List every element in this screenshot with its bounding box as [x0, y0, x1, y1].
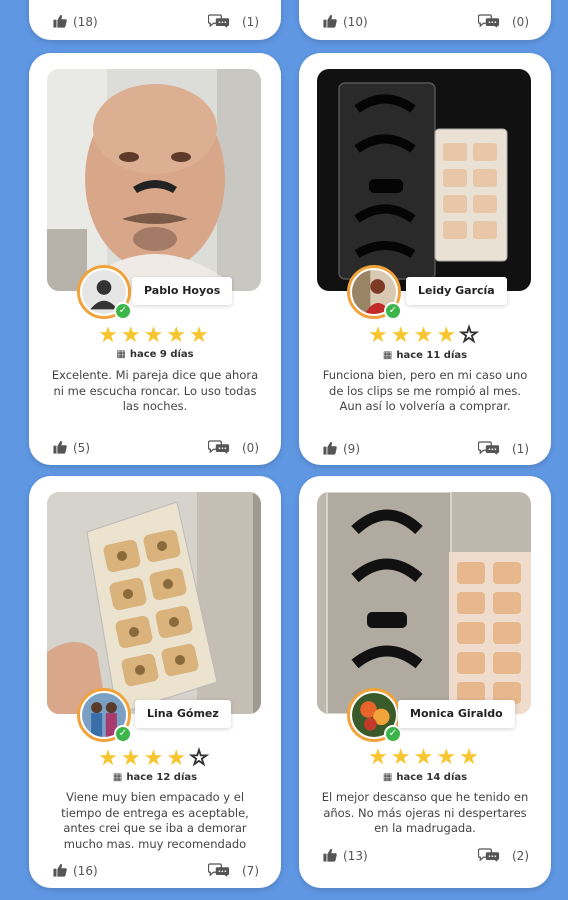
review-text: Excelente. Mi pareja dice que ahora ni m… — [51, 368, 259, 413]
comment-button[interactable]: (2) — [478, 847, 529, 865]
like-button[interactable]: (10) — [323, 13, 368, 31]
star-icon: ★ — [189, 323, 212, 348]
reviewer-avatar: ✓ — [347, 688, 402, 743]
review-footer: (5) (0) — [53, 439, 259, 457]
star-icon: ★ — [459, 745, 482, 770]
star-rating: ★★★★☆ — [29, 746, 281, 771]
verified-check-icon: ✓ — [114, 302, 132, 320]
verified-check-icon: ✓ — [384, 302, 402, 320]
chat-bubbles-icon — [208, 439, 230, 455]
like-count: (18) — [73, 15, 98, 29]
chat-bubbles-icon — [478, 13, 500, 29]
star-icon: ★ — [166, 746, 190, 771]
calendar-icon: ▦ — [382, 772, 393, 783]
star-icon: ★ — [368, 323, 391, 348]
review-photo[interactable] — [47, 69, 261, 291]
calendar-icon: ▦ — [112, 772, 123, 783]
like-count: (5) — [73, 441, 90, 455]
star-icon: ★ — [143, 746, 167, 771]
chat-bubbles-icon — [478, 847, 500, 863]
star-icon: ★ — [98, 323, 121, 348]
review-date: ▦ hace 14 días — [382, 772, 468, 783]
review-text: El mejor descanso que he tenido en años.… — [321, 790, 529, 835]
review-footer: (16) (7) — [53, 862, 259, 880]
review-footer: (10) (0) — [323, 13, 529, 31]
star-rating: ★★★★☆ — [299, 323, 551, 348]
review-date: ▦ hace 11 días — [382, 350, 468, 361]
chat-bubbles-icon — [478, 440, 500, 456]
calendar-icon: ▦ — [116, 349, 126, 360]
like-button[interactable]: (16) — [53, 862, 98, 880]
review-footer: (13) (2) — [323, 847, 529, 865]
comment-button[interactable]: (7) — [208, 862, 259, 880]
reviewer-name: Leidy García — [406, 277, 507, 305]
thumbs-up-icon — [323, 441, 337, 455]
comment-count: (0) — [242, 441, 259, 455]
reviewer-name: Monica Giraldo — [398, 700, 515, 728]
like-count: (13) — [343, 849, 368, 863]
like-button[interactable]: (18) — [53, 13, 98, 31]
comment-button[interactable]: (1) — [208, 13, 259, 31]
star-icon: ★ — [120, 323, 144, 348]
review-footer: (9) (1) — [323, 440, 529, 458]
star-icon: ★ — [390, 323, 414, 348]
reviewer-name: Pablo Hoyos — [132, 277, 233, 305]
like-count: (16) — [73, 864, 98, 878]
comment-count: (0) — [512, 15, 529, 29]
star-icon: ★ — [368, 745, 391, 770]
calendar-icon: ▦ — [382, 350, 393, 361]
star-icon: ★ — [120, 746, 144, 771]
chat-bubbles-icon — [208, 862, 230, 878]
review-card: ✓ Lina Gómez ★★★★☆ ▦ hace 12 días Viene m… — [29, 476, 281, 888]
thumbs-up-icon — [323, 14, 337, 28]
like-count: (10) — [343, 15, 368, 29]
star-rating: ★★★★★ — [299, 746, 551, 770]
comment-count: (2) — [512, 849, 529, 863]
review-card: ✓ Monica Giraldo ★★★★★ ▦ hace 14 días El … — [299, 476, 551, 888]
thumbs-up-icon — [53, 863, 67, 877]
review-card-top-left: (18) (1) — [29, 0, 281, 40]
review-card: ✓ Leidy García ★★★★☆ ▦ hace 11 días Funci… — [299, 53, 551, 465]
review-date: ▦ hace 12 días — [112, 772, 198, 783]
review-text: Viene muy bien empacado y el tiempo de e… — [61, 790, 249, 851]
thumbs-up-icon — [53, 440, 67, 454]
comment-count: (7) — [242, 864, 259, 878]
review-text: Funciona bien, pero en mi caso uno de lo… — [322, 368, 528, 413]
thumbs-up-icon — [323, 848, 337, 862]
star-icon: ★ — [98, 746, 121, 771]
thumbs-up-icon — [53, 14, 67, 28]
star-icon: ★ — [436, 323, 460, 348]
review-card-top-right: (10) (0) — [299, 0, 551, 40]
star-rating: ★★★★★ — [29, 324, 281, 348]
star-icon: ★ — [390, 745, 414, 770]
like-count: (9) — [343, 442, 360, 456]
comment-count: (1) — [512, 442, 529, 456]
reviewer-avatar: ✓ — [77, 688, 132, 743]
star-icon: ★ — [436, 745, 460, 770]
star-icon: ★ — [166, 323, 190, 348]
like-button[interactable]: (13) — [323, 847, 368, 865]
comment-count: (1) — [242, 15, 259, 29]
review-photo[interactable] — [47, 492, 261, 714]
star-icon: ★ — [413, 323, 437, 348]
like-button[interactable]: (9) — [323, 440, 360, 458]
reviewer-avatar: ✓ — [77, 265, 132, 320]
star-icon: ★ — [413, 745, 437, 770]
reviewer-name: Lina Gómez — [135, 700, 231, 728]
like-button[interactable]: (5) — [53, 439, 90, 457]
review-photo[interactable] — [317, 492, 531, 714]
star-icon: ★ — [143, 323, 167, 348]
review-photo[interactable] — [317, 69, 531, 291]
star-empty-icon: ☆ — [189, 746, 212, 771]
star-empty-icon: ☆ — [459, 323, 482, 348]
chat-bubbles-icon — [208, 13, 230, 29]
review-footer: (18) (1) — [53, 13, 259, 31]
review-date: ▦ hace 9 días — [116, 349, 194, 360]
comment-button[interactable]: (0) — [208, 439, 259, 457]
comment-button[interactable]: (0) — [478, 13, 529, 31]
verified-check-icon: ✓ — [114, 725, 132, 743]
reviewer-avatar: ✓ — [347, 265, 402, 320]
comment-button[interactable]: (1) — [478, 440, 529, 458]
review-card: ✓ Pablo Hoyos ★★★★★ ▦ hace 9 días Excelen… — [29, 53, 281, 465]
